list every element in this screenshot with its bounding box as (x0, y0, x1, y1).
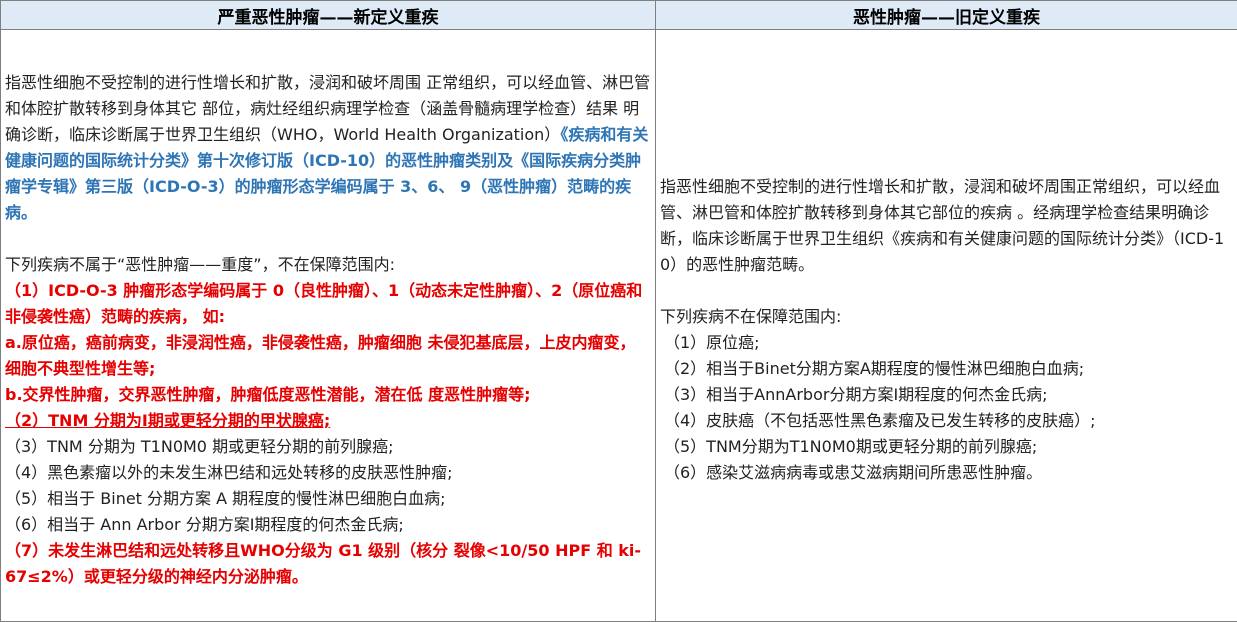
header-new-definition: 严重恶性肿瘤——新定义重疾 (0, 0, 656, 30)
old-exclusion-item: （4）皮肤癌（不包括恶性黑色素瘤及已发生转移的皮肤癌）; (664, 411, 1096, 430)
old-exclusion-list: （1）原位癌; （2）相当于Binet分期方案A期程度的慢性淋巴细胞白血病; （3）… (660, 330, 1233, 486)
new-definition-cell: 指恶性细胞不受控制的进行性增长和扩散，浸润和破坏周围 正常组织，可以经血管、淋巴… (0, 29, 656, 622)
old-exclusion-item: （1）原位癌; (664, 333, 760, 352)
new-definition-text: 指恶性细胞不受控制的进行性增长和扩散，浸润和破坏周围 正常组织，可以经血管、淋巴… (5, 70, 651, 226)
old-exclusion-intro: 下列疾病不在保障范围内: (660, 307, 842, 326)
new-exclusion-item: （4）黑色素瘤以外的未发生淋巴结和远处转移的皮肤恶性肿瘤; (5, 463, 453, 482)
old-exclusion-item: （2）相当于Binet分期方案A期程度的慢性淋巴细胞白血病; (664, 359, 1085, 378)
new-exclusion-list: （1）ICD-O-3 肿瘤形态学编码属于 0（良性肿瘤）、1（动态未定性肿瘤）、… (5, 278, 651, 590)
old-exclusion-item: （6）感染艾滋病病毒或患艾滋病期间所患恶性肿瘤。 (664, 463, 1043, 482)
new-exclusion-intro: 下列疾病不属于“恶性肿瘤——重度”，不在保障范围内: (5, 255, 395, 274)
old-definition-text: 指恶性细胞不受控制的进行性增长和扩散，浸润和破坏周围正常组织，可以经血管、淋巴管… (660, 177, 1225, 274)
comparison-document: 严重恶性肿瘤——新定义重疾 恶性肿瘤——旧定义重疾 指恶性细胞不受控制的进行性增… (0, 0, 1237, 622)
header-old-definition: 恶性肿瘤——旧定义重疾 (655, 0, 1237, 30)
old-exclusion-item: （5）TNM分期为T1N0M0期或更轻分期的前列腺癌; (664, 437, 1038, 456)
new-definition-normal: 指恶性细胞不受控制的进行性增长和扩散，浸润和破坏周围 正常组织，可以经血管、淋巴… (5, 73, 651, 144)
new-exclusion-item: （3）TNM 分期为 T1N0M0 期或更轻分期的前列腺癌; (5, 437, 394, 456)
new-exclusion-item: （2）TNM 分期为Ⅰ期或更轻分期的甲状腺癌; (5, 411, 331, 430)
new-exclusion-item: （5）相当于 Binet 分期方案 A 期程度的慢性淋巴细胞白血病; (5, 489, 446, 508)
body-row: 指恶性细胞不受控制的进行性增长和扩散，浸润和破坏周围 正常组织，可以经血管、淋巴… (0, 29, 1237, 622)
new-exclusion-item: （1）ICD-O-3 肿瘤形态学编码属于 0（良性肿瘤）、1（动态未定性肿瘤）、… (5, 281, 643, 326)
old-exclusion-item: （3）相当于AnnArbor分期方案I期程度的何杰金氏病; (664, 385, 1048, 404)
comparison-table: 严重恶性肿瘤——新定义重疾 恶性肿瘤——旧定义重疾 指恶性细胞不受控制的进行性增… (0, 0, 1237, 622)
new-exclusion-item: a.原位癌，癌前病变，非浸润性癌，非侵袭性癌，肿瘤细胞 未侵犯基底层，上皮内瘤变… (5, 333, 636, 378)
header-row: 严重恶性肿瘤——新定义重疾 恶性肿瘤——旧定义重疾 (0, 0, 1237, 30)
new-exclusion-item: （7）未发生淋巴结和远处转移且WHO分级为 G1 级别（核分 裂像<10/50 … (5, 541, 642, 586)
new-exclusion-item: （6）相当于 Ann Arbor 分期方案Ⅰ期程度的何杰金氏病; (5, 515, 404, 534)
new-exclusion-item: b.交界性肿瘤，交界恶性肿瘤，肿瘤低度恶性潜能，潜在低 度恶性肿瘤等; (5, 385, 531, 404)
old-definition-cell: 指恶性细胞不受控制的进行性增长和扩散，浸润和破坏周围正常组织，可以经血管、淋巴管… (655, 29, 1237, 622)
